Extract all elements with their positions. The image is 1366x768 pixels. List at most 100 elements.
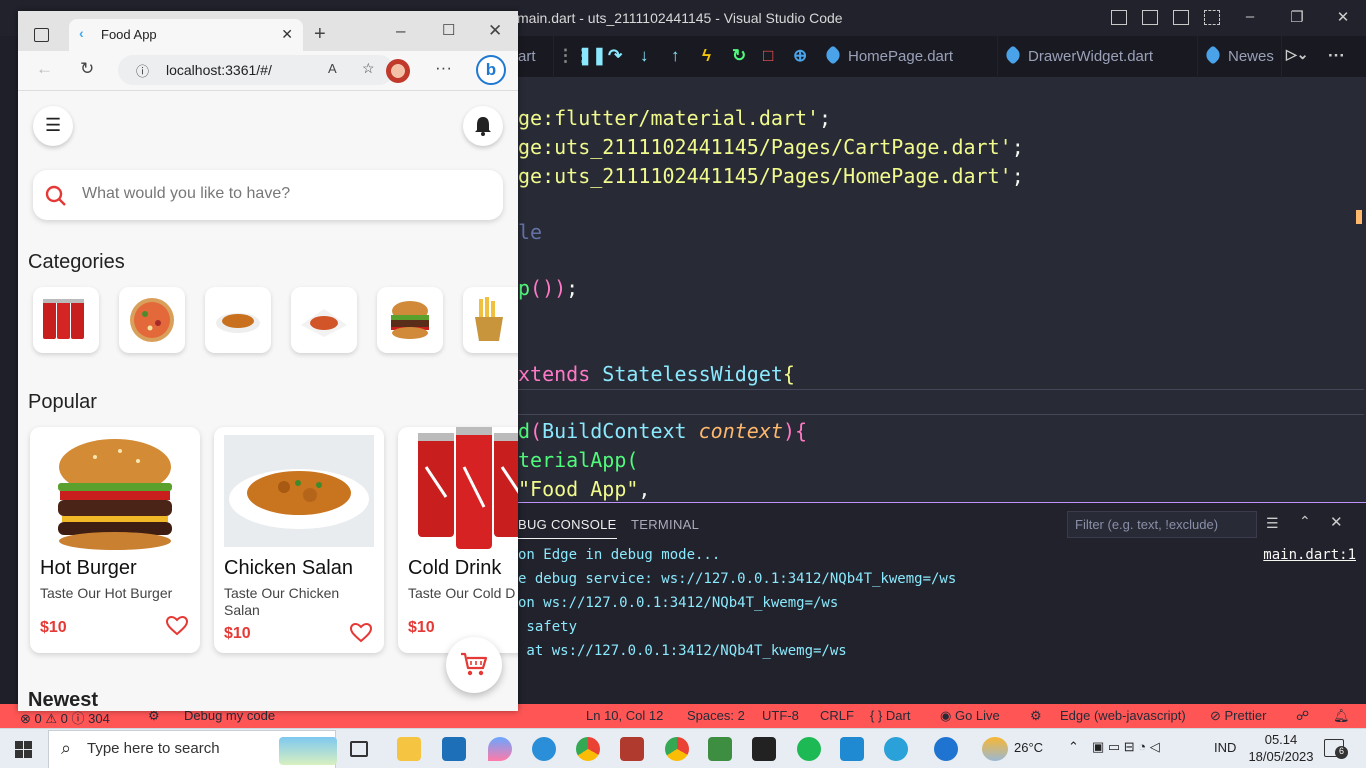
edge-dev-icon[interactable]	[884, 737, 908, 761]
step-out-icon[interactable]: ↑	[671, 46, 680, 66]
read-aloud-icon[interactable]: A	[328, 61, 337, 76]
category-item[interactable]	[205, 287, 271, 353]
indentation[interactable]: Spaces: 2	[687, 708, 745, 723]
restart-icon[interactable]: ↻	[732, 46, 746, 66]
category-item[interactable]	[463, 287, 518, 353]
popular-card[interactable]: Chicken Salan Taste Our Chicken Salan $1…	[214, 427, 384, 653]
minimize-icon[interactable]: –	[396, 21, 405, 41]
close-panel-icon[interactable]: ✕	[1330, 513, 1343, 531]
media-player-icon[interactable]	[442, 737, 466, 761]
new-tab-icon[interactable]: +	[314, 23, 326, 46]
help-icon[interactable]	[934, 737, 958, 761]
more-actions-icon[interactable]: ···	[1328, 46, 1345, 66]
tab-homepage[interactable]: HomePage.dart	[818, 36, 998, 78]
task-view-icon[interactable]	[350, 741, 368, 757]
info-icon[interactable]: ⓘ	[136, 61, 149, 80]
profile-avatar[interactable]	[386, 59, 410, 83]
tab-newest[interactable]: Newes	[1202, 36, 1282, 78]
tab-actions-icon[interactable]	[34, 28, 49, 42]
close-icon[interactable]: ✕	[1333, 8, 1353, 28]
taskbar-search-input[interactable]: ⌕ Type here to search	[48, 730, 337, 768]
url-text: localhost:3361/#/	[166, 62, 272, 78]
favorite-heart-icon[interactable]	[166, 616, 188, 636]
toggle-panel-icon[interactable]	[1142, 10, 1158, 25]
popular-card[interactable]: Hot Burger Taste Our Hot Burger $10	[30, 427, 200, 653]
go-live[interactable]: ◉ Go Live	[940, 708, 1000, 724]
url-input[interactable]: ⓘ localhost:3361/#/ A ☆	[118, 55, 394, 85]
edge-taskbar-icon[interactable]	[532, 737, 556, 761]
devtools-icon[interactable]: ⊕	[793, 46, 807, 66]
action-center-icon[interactable]: 6	[1324, 739, 1348, 759]
step-into-icon[interactable]: ↓	[640, 46, 649, 66]
step-over-icon[interactable]: ↷	[608, 46, 622, 66]
code-editor[interactable]: ge:flutter/material.dart'; ge:uts_2111102…	[518, 78, 1366, 502]
device-selector[interactable]: Edge (web-javascript)	[1060, 708, 1186, 723]
code-line: xtends StatelessWidget{	[518, 362, 795, 386]
vscode-taskbar-icon[interactable]	[840, 737, 864, 761]
current-line-highlight	[518, 389, 1364, 415]
input-language[interactable]: IND	[1214, 740, 1236, 755]
maximize-icon[interactable]: ☐	[442, 21, 455, 39]
food-search-bar[interactable]: What would you like to have?	[33, 170, 503, 220]
favorite-heart-icon[interactable]	[350, 623, 372, 643]
hot-reload-icon[interactable]: ϟ	[702, 46, 711, 66]
close-tab-icon[interactable]: ✕	[281, 26, 293, 43]
category-item[interactable]	[119, 287, 185, 353]
drawer-menu-button[interactable]: ☰	[33, 106, 73, 146]
encoding[interactable]: UTF-8	[762, 708, 799, 723]
clear-console-icon[interactable]: ☰	[1266, 515, 1279, 532]
show-hidden-icons[interactable]: ⌃	[1068, 739, 1079, 755]
minimize-icon[interactable]: –	[1240, 8, 1260, 28]
language-mode[interactable]: { } Dart	[870, 708, 910, 723]
popular-card[interactable]: Cold Drink Taste Our Cold D $10	[398, 427, 518, 653]
card-subtitle: Taste Our Chicken Salan	[224, 585, 340, 618]
notifications-button[interactable]	[463, 106, 503, 146]
refresh-icon[interactable]: ↻	[80, 59, 94, 79]
stop-icon[interactable]: □	[763, 46, 773, 66]
back-icon[interactable]: ←	[36, 59, 53, 79]
tab-main[interactable]: art	[518, 36, 554, 78]
maximize-panel-icon[interactable]: ⌃	[1299, 513, 1311, 530]
cart-button[interactable]	[446, 637, 502, 693]
clock-date[interactable]: 18/05/2023	[1244, 749, 1318, 764]
category-item[interactable]	[291, 287, 357, 353]
tab-terminal[interactable]: TERMINAL	[631, 517, 699, 532]
category-item[interactable]	[377, 287, 443, 353]
more-menu-icon[interactable]: ···	[435, 58, 452, 78]
terminal-icon[interactable]	[752, 737, 776, 761]
tab-title: Food App	[101, 27, 157, 42]
source-link[interactable]: main.dart:1	[1263, 547, 1356, 563]
spotify-icon[interactable]	[797, 737, 821, 761]
close-window-icon[interactable]: ✕	[488, 21, 502, 41]
toggle-sidebar-icon[interactable]	[1111, 10, 1127, 25]
clock-time[interactable]: 05.14	[1250, 732, 1312, 747]
task-manager-icon[interactable]	[708, 737, 732, 761]
line-endings[interactable]: CRLF	[820, 708, 854, 723]
chrome-profile-icon[interactable]	[665, 737, 689, 761]
windows-start-icon[interactable]	[15, 741, 32, 758]
weather-icon[interactable]	[982, 737, 1008, 761]
tab-debug-console[interactable]: BUG CONSOLE	[518, 517, 617, 539]
tab-drawerwidget[interactable]: DrawerWidget.dart	[998, 36, 1198, 78]
category-item[interactable]	[33, 287, 99, 353]
restore-icon[interactable]: ❐	[1287, 8, 1307, 28]
paint-icon[interactable]	[488, 737, 512, 761]
customize-layout-icon[interactable]	[1204, 10, 1220, 25]
chrome-icon[interactable]	[576, 737, 600, 761]
favorites-icon[interactable]: ☆	[362, 60, 375, 77]
prettier[interactable]: ⊘ Prettier	[1210, 708, 1266, 724]
notifications-icon[interactable]: 🔔︎	[1333, 708, 1350, 724]
tab-food-app[interactable]: ‹ Food App ✕	[69, 19, 303, 51]
toggle-secondary-sidebar-icon[interactable]	[1173, 10, 1189, 25]
system-tray-icons[interactable]: ▣ ▭ ⊟ ◔ ◁	[1092, 739, 1160, 755]
code-token: terialApp(	[518, 448, 639, 472]
bing-copilot-icon[interactable]: b	[476, 55, 506, 85]
console-filter-input[interactable]: Filter (e.g. text, !exclude)	[1067, 511, 1257, 538]
file-explorer-icon[interactable]	[397, 737, 421, 761]
weather-temp[interactable]: 26°C	[1014, 740, 1043, 755]
feedback-icon[interactable]: ☍	[1296, 708, 1309, 724]
winrar-icon[interactable]	[620, 737, 644, 761]
cursor-position[interactable]: Ln 10, Col 12	[586, 708, 663, 723]
pause-icon[interactable]: ❚❚	[578, 46, 607, 66]
run-debug-icon[interactable]: ▷⌄	[1286, 46, 1309, 63]
